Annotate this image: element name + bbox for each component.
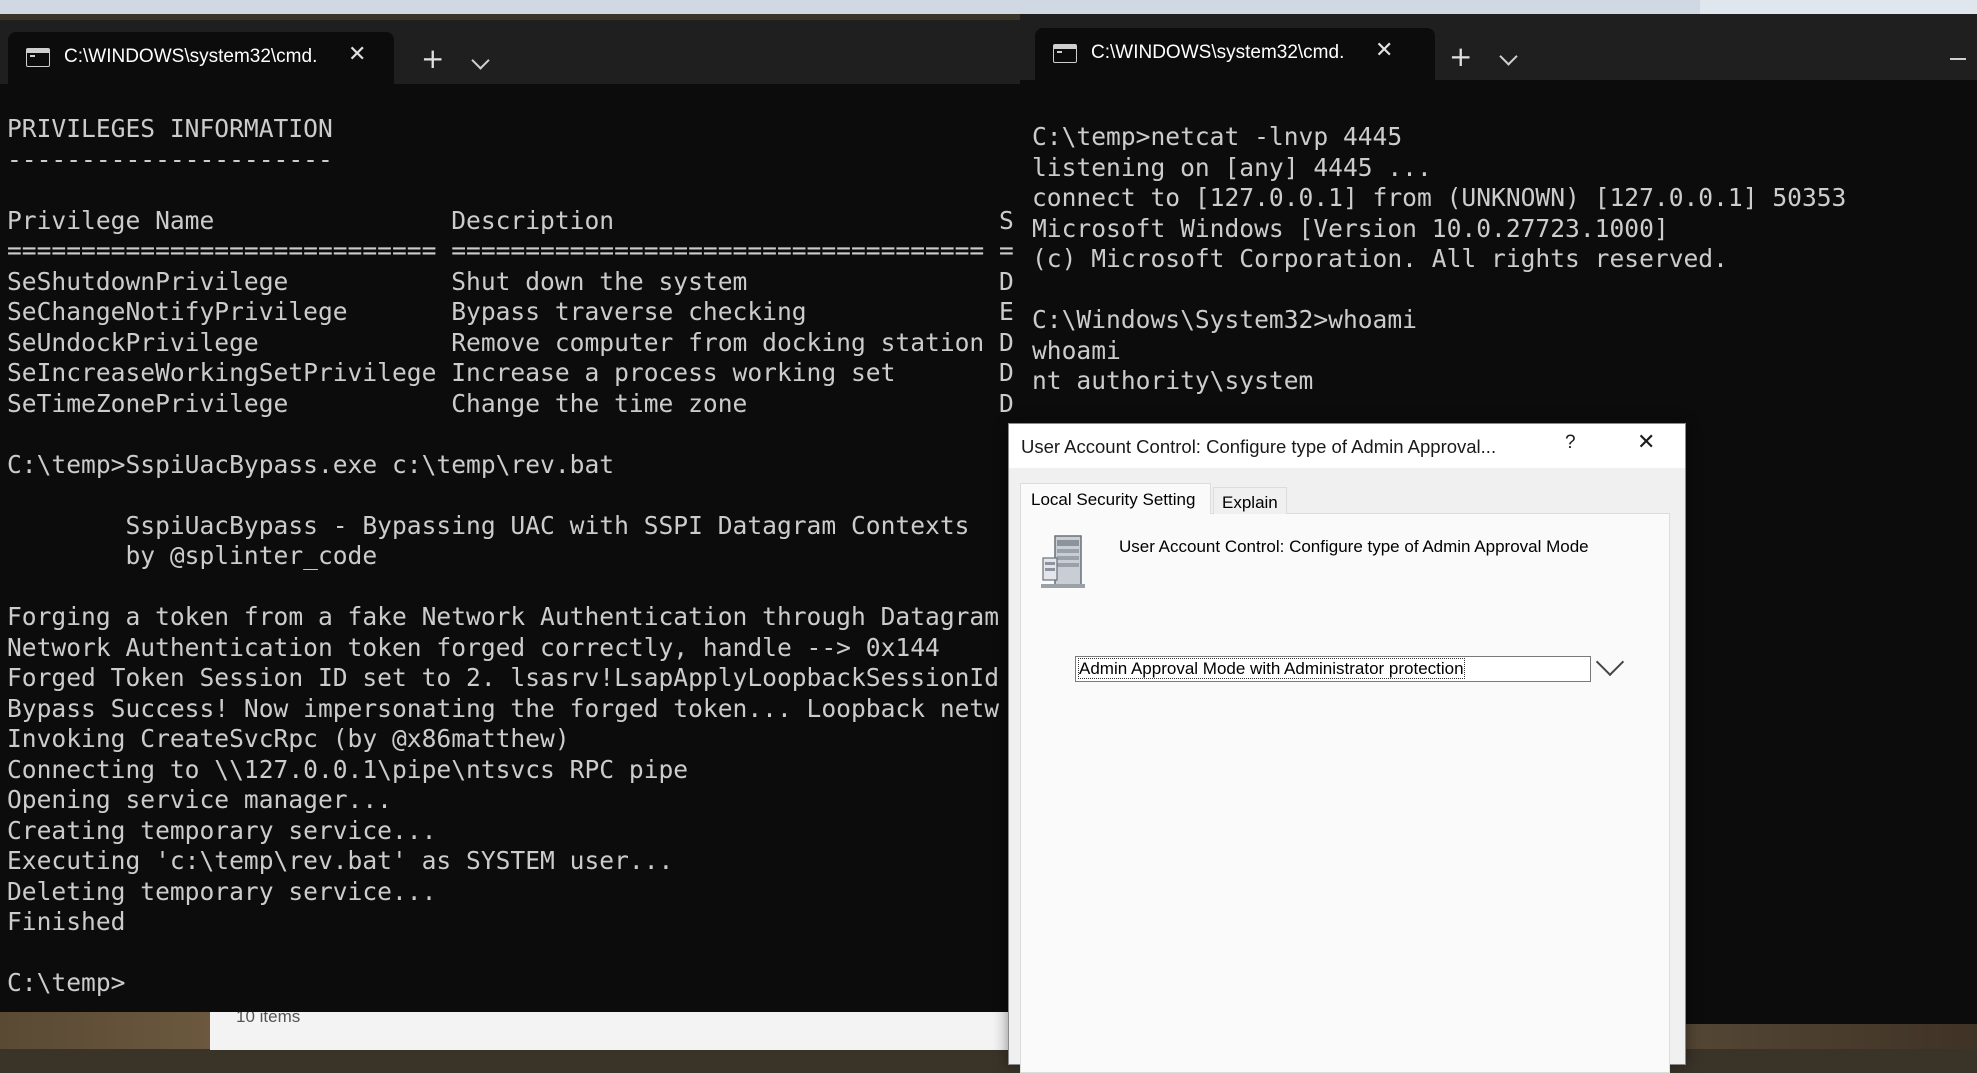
selected-option-text: Admin Approval Mode with Administrator p… [1078, 658, 1465, 679]
cmd-icon [1053, 44, 1077, 63]
left-terminal-titlebar[interactable]: C:\WINDOWS\system32\cmd. ✕ + [0, 20, 1022, 84]
minimize-icon[interactable] [1950, 58, 1966, 60]
left-terminal-tab[interactable]: C:\WINDOWS\system32\cmd. ✕ [8, 32, 394, 84]
server-policy-icon [1041, 535, 1085, 588]
close-button[interactable]: ✕ [1637, 430, 1655, 455]
left-tab-title: C:\WINDOWS\system32\cmd. [64, 46, 318, 67]
approval-mode-select[interactable]: Admin Approval Mode with Administrator p… [1075, 656, 1591, 682]
dialog-title: User Account Control: Configure type of … [1021, 436, 1497, 457]
tab-explain[interactable]: Explain [1213, 487, 1287, 514]
help-button[interactable]: ? [1565, 432, 1576, 454]
dialog-titlebar[interactable]: User Account Control: Configure type of … [1009, 424, 1685, 468]
right-terminal-titlebar[interactable]: C:\WINDOWS\system32\cmd. ✕ + [1020, 14, 1977, 80]
new-tab-button[interactable]: + [421, 42, 444, 75]
right-tab-title: C:\WINDOWS\system32\cmd. [1091, 42, 1345, 63]
close-tab-icon[interactable]: ✕ [348, 42, 366, 67]
chevron-down-icon[interactable] [1499, 47, 1518, 66]
uac-policy-dialog[interactable]: User Account Control: Configure type of … [1008, 423, 1686, 1073]
left-terminal-window[interactable]: C:\WINDOWS\system32\cmd. ✕ + PRIVILEGES … [0, 20, 1022, 1012]
cmd-icon [26, 48, 50, 67]
right-console-output[interactable]: C:\temp>netcat -lnvp 4445 listening on [… [1032, 122, 1846, 397]
left-console-output[interactable]: PRIVILEGES INFORMATION -----------------… [7, 114, 1014, 999]
policy-name: User Account Control: Configure type of … [1119, 537, 1589, 556]
dialog-tab-panel [1020, 513, 1670, 1073]
right-terminal-tab[interactable]: C:\WINDOWS\system32\cmd. ✕ [1035, 28, 1435, 80]
background-window-edge [0, 0, 1977, 14]
approval-mode-dropdown[interactable]: Admin Approval Mode with Administrator p… [1075, 647, 1625, 686]
close-tab-icon[interactable]: ✕ [1375, 38, 1393, 63]
tab-local-security-setting[interactable]: Local Security Setting [1020, 483, 1211, 514]
chevron-down-icon[interactable] [471, 51, 490, 70]
new-tab-button[interactable]: + [1449, 40, 1472, 73]
